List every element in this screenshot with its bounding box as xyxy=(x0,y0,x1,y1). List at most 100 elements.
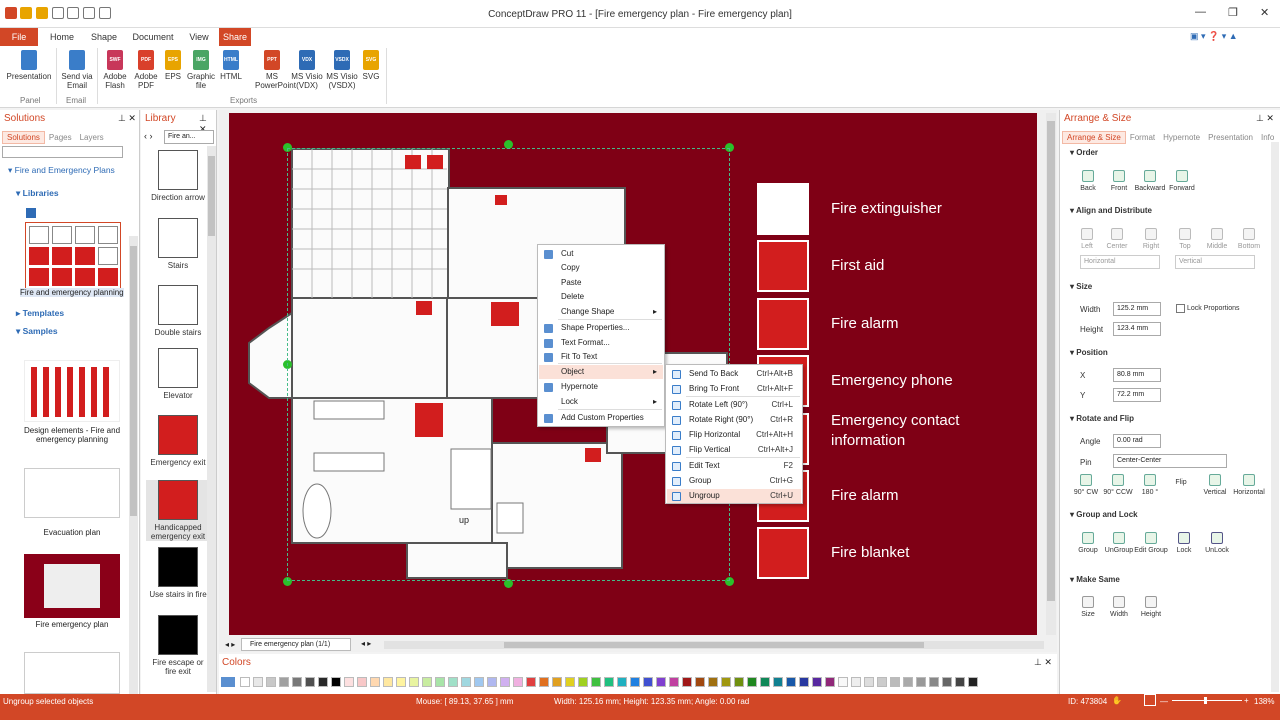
color-swatch[interactable] xyxy=(331,677,341,687)
email-button[interactable]: Send via Email xyxy=(60,50,94,90)
close-button[interactable]: ✕ xyxy=(1260,6,1269,19)
tab-document[interactable]: Document xyxy=(128,28,178,46)
color-swatch[interactable] xyxy=(409,677,419,687)
tab-arrange-size[interactable]: Arrange & Size xyxy=(1062,131,1126,144)
library-select[interactable]: Fire an... xyxy=(164,130,214,144)
context-menu-item-text-format[interactable]: Text Format... xyxy=(539,336,663,350)
solutions-scrollbar[interactable] xyxy=(129,236,138,694)
context-menu-item-copy[interactable]: Copy xyxy=(539,261,663,275)
pin-icon[interactable]: ⊥ ✕ xyxy=(118,113,136,124)
section-rotate[interactable]: ▾ Rotate and Flip xyxy=(1070,414,1134,423)
tab-pages[interactable]: Pages xyxy=(45,132,76,143)
library-item[interactable]: Double stairs xyxy=(146,285,210,337)
color-swatch[interactable] xyxy=(851,677,861,687)
tree-root[interactable]: ▾ Fire and Emergency Plans xyxy=(8,165,115,176)
y-input[interactable]: 72.2 mm xyxy=(1113,388,1161,402)
order-forward-button[interactable]: Forward xyxy=(1162,170,1202,192)
zoom-in-icon[interactable]: + xyxy=(1244,696,1249,705)
color-swatch[interactable] xyxy=(344,677,354,687)
ppt-button[interactable]: PPT MS PowerPoint xyxy=(255,50,296,90)
color-swatch[interactable] xyxy=(565,677,575,687)
color-swatch[interactable] xyxy=(747,677,757,687)
context-menu-item-delete[interactable]: Delete xyxy=(539,290,663,304)
object-submenu-item[interactable]: Send To Back Ctrl+Alt+B xyxy=(667,367,801,381)
zoom-out-icon[interactable]: — xyxy=(1160,697,1168,706)
tab-presentation[interactable]: Presentation xyxy=(1204,132,1257,143)
color-swatch[interactable] xyxy=(253,677,263,687)
first-aid-icon[interactable] xyxy=(757,240,809,292)
x-input[interactable]: 80.8 mm xyxy=(1113,368,1161,382)
color-swatch[interactable] xyxy=(591,677,601,687)
library-item[interactable]: Elevator xyxy=(146,348,210,400)
context-menu-item-shape-properties[interactable]: Shape Properties... xyxy=(539,321,663,335)
color-swatch[interactable] xyxy=(708,677,718,687)
fire-extinguisher-icon[interactable] xyxy=(757,183,809,235)
context-menu-item-fit-to-text[interactable]: Fit To Text xyxy=(539,350,663,364)
presentation-button[interactable]: Presentation xyxy=(6,50,52,81)
sample-thumb-design[interactable] xyxy=(24,360,120,422)
color-swatch[interactable] xyxy=(487,677,497,687)
object-submenu-item[interactable]: Rotate Left (90°) Ctrl+L xyxy=(667,398,801,412)
color-swatch[interactable] xyxy=(474,677,484,687)
color-swatch[interactable] xyxy=(812,677,822,687)
color-swatch[interactable] xyxy=(305,677,315,687)
lock-proportions-checkbox[interactable] xyxy=(1176,304,1185,313)
context-menu-item-paste[interactable]: Paste xyxy=(539,276,663,290)
color-swatch[interactable] xyxy=(838,677,848,687)
visio-vsdx-button[interactable]: VSDX MS Visio (VSDX) xyxy=(324,50,360,90)
page-nav-arrows[interactable]: ◂ ▸ xyxy=(225,640,235,649)
sample-thumb-fire-plan[interactable] xyxy=(24,554,120,618)
object-submenu-item[interactable]: Rotate Right (90°) Ctrl+R xyxy=(667,413,801,427)
color-swatch[interactable] xyxy=(903,677,913,687)
hand-tool-icon[interactable]: ✋ xyxy=(1112,696,1122,705)
context-menu-item-lock[interactable]: Lock ▸ xyxy=(539,395,663,409)
tab-layers[interactable]: Layers xyxy=(76,132,108,143)
color-swatch[interactable] xyxy=(422,677,432,687)
align-bottom-button[interactable]: Bottom xyxy=(1229,228,1269,250)
color-swatch[interactable] xyxy=(578,677,588,687)
sample-thumb-next[interactable] xyxy=(24,652,120,694)
color-swatch[interactable] xyxy=(292,677,302,687)
library-item[interactable]: Direction arrow xyxy=(146,150,210,202)
color-swatch[interactable] xyxy=(968,677,978,687)
sample-thumb-evacuation[interactable] xyxy=(24,468,120,518)
color-swatch[interactable] xyxy=(513,677,523,687)
color-swatch[interactable] xyxy=(916,677,926,687)
color-swatch[interactable] xyxy=(318,677,328,687)
visio-vdx-button[interactable]: VDX MS Visio (VDX) xyxy=(289,50,325,90)
color-picker-icon[interactable] xyxy=(221,677,235,687)
sample-label-fire-plan[interactable]: Fire emergency plan xyxy=(18,620,126,629)
color-swatch[interactable] xyxy=(500,677,510,687)
distribute-horizontal-select[interactable]: Horizontal xyxy=(1080,255,1160,269)
color-swatch[interactable] xyxy=(786,677,796,687)
color-swatch[interactable] xyxy=(695,677,705,687)
color-swatch[interactable] xyxy=(383,677,393,687)
tab-format[interactable]: Format xyxy=(1126,132,1159,143)
zoom-slider[interactable] xyxy=(1172,697,1242,704)
fire-blanket-icon[interactable] xyxy=(757,527,809,579)
distribute-vertical-select[interactable]: Vertical xyxy=(1175,255,1255,269)
angle-input[interactable]: 0.00 rad xyxy=(1113,434,1161,448)
color-swatch[interactable] xyxy=(448,677,458,687)
library-item[interactable]: Stairs xyxy=(146,218,210,270)
svg-button[interactable]: SVG SVG xyxy=(361,50,381,81)
color-swatch[interactable] xyxy=(799,677,809,687)
eps-button[interactable]: EPS EPS xyxy=(162,50,184,81)
arrange-close-icon[interactable]: ⊥ ✕ xyxy=(1256,113,1274,124)
color-swatch[interactable] xyxy=(396,677,406,687)
sample-label-evacuation[interactable]: Evacuation plan xyxy=(18,528,126,537)
object-submenu-item[interactable]: Edit Text F2 xyxy=(667,459,801,473)
library-nav-arrows[interactable]: ‹ › xyxy=(144,131,153,141)
minimize-button[interactable]: — xyxy=(1195,6,1206,18)
context-menu-item-add-custom-properties[interactable]: Add Custom Properties xyxy=(539,411,663,425)
tab-view[interactable]: View xyxy=(184,28,214,46)
color-swatch[interactable] xyxy=(955,677,965,687)
color-swatch[interactable] xyxy=(630,677,640,687)
canvas-hscrollbar[interactable] xyxy=(384,641,1044,649)
color-swatch[interactable] xyxy=(539,677,549,687)
solutions-search-input[interactable] xyxy=(2,146,123,158)
context-menu-item-cut[interactable]: Cut xyxy=(539,247,663,261)
tree-samples[interactable]: ▾ Samples xyxy=(16,326,58,337)
help-icon[interactable]: ▣ ▾ ❓ ▾ ▲ xyxy=(1190,31,1238,42)
section-make-same[interactable]: ▾ Make Same xyxy=(1070,575,1120,584)
